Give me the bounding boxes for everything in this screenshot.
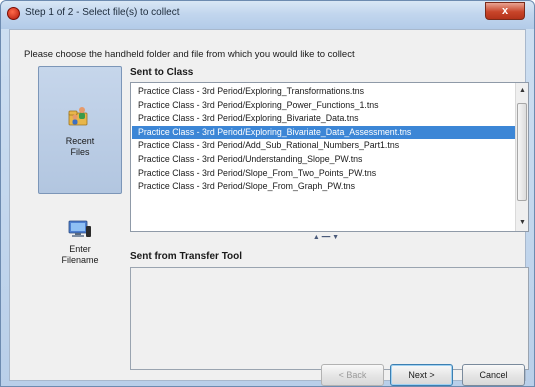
list-scrollbar[interactable]: ▲ ▼ <box>515 83 528 231</box>
sent-to-class-heading: Sent to Class <box>130 67 194 78</box>
dialog-window: Step 1 of 2 - Select file(s) to collect … <box>0 0 535 387</box>
next-button[interactable]: Next > <box>390 364 453 386</box>
scroll-up-icon[interactable]: ▲ <box>516 85 528 97</box>
recent-files-label-1: Recent <box>65 136 95 146</box>
cancel-button[interactable]: Cancel <box>462 364 525 386</box>
list-item-selected[interactable]: Practice Class - 3rd Period/Exploring_Bi… <box>132 125 515 140</box>
back-button[interactable]: < Back <box>321 364 384 386</box>
title-bar[interactable]: Step 1 of 2 - Select file(s) to collect … <box>1 1 534 29</box>
folder-people-icon <box>68 107 88 126</box>
instruction-text: Please choose the handheld folder and fi… <box>24 49 355 60</box>
list-item[interactable]: Practice Class - 3rd Period/Exploring_Po… <box>132 99 515 113</box>
enter-filename-label-1[interactable]: Enter <box>40 244 120 255</box>
list-item[interactable]: Practice Class - 3rd Period/Exploring_Bi… <box>132 112 515 126</box>
sent-to-class-list[interactable]: Practice Class - 3rd Period/Exploring_Tr… <box>130 82 529 232</box>
computer-icon[interactable] <box>67 218 93 240</box>
enter-filename-label-2[interactable]: Filename <box>40 255 120 266</box>
app-icon <box>7 7 20 20</box>
list-item[interactable]: Practice Class - 3rd Period/Understandin… <box>132 153 515 167</box>
window-title: Step 1 of 2 - Select file(s) to collect <box>25 7 180 18</box>
list-item[interactable]: Practice Class - 3rd Period/Slope_From_T… <box>132 167 515 181</box>
list-item[interactable]: Practice Class - 3rd Period/Slope_From_G… <box>132 180 515 194</box>
close-button[interactable]: x <box>485 2 525 20</box>
scroll-down-icon[interactable]: ▼ <box>516 217 528 229</box>
dialog-body: Please choose the handheld folder and fi… <box>9 29 529 386</box>
splitter-handle[interactable]: ▲ ━━ ▼ <box>306 234 346 242</box>
recent-files-button[interactable]: Recent Files <box>38 66 122 194</box>
sent-from-transfer-list[interactable] <box>130 267 529 370</box>
recent-files-label-2: Files <box>70 147 90 157</box>
sent-from-transfer-heading: Sent from Transfer Tool <box>130 251 243 262</box>
scroll-thumb[interactable] <box>517 103 527 201</box>
list-item[interactable]: Practice Class - 3rd Period/Add_Sub_Rati… <box>132 139 515 153</box>
list-item[interactable]: Practice Class - 3rd Period/Exploring_Tr… <box>132 85 515 99</box>
